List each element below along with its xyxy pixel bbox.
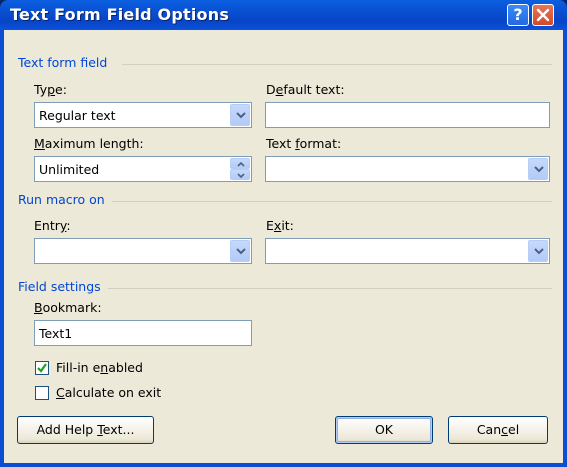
spinner-up-button[interactable]	[230, 158, 250, 169]
title-bar[interactable]: Text Form Field Options ?	[0, 0, 567, 30]
close-button[interactable]	[532, 4, 554, 26]
fill-in-enabled-label[interactable]: Fill-in enabled	[56, 360, 143, 375]
bookmark-value: Text1	[39, 326, 73, 341]
default-text-input[interactable]	[265, 102, 550, 128]
add-help-text-button[interactable]: Add Help Text...	[17, 416, 154, 444]
group-divider	[112, 201, 552, 202]
group-label-text-form-field: Text form field	[18, 55, 108, 70]
ok-button[interactable]: OK	[335, 416, 433, 444]
group-divider	[122, 64, 552, 65]
exit-macro-dropdown[interactable]	[265, 238, 550, 264]
cancel-button[interactable]: Cancel	[448, 416, 548, 444]
dialog-client-area: Text form field Type: Regular text Defau…	[4, 30, 563, 463]
entry-label: Entry:	[34, 218, 71, 233]
group-label-field-settings: Field settings	[18, 279, 101, 294]
help-button[interactable]: ?	[507, 4, 529, 26]
chevron-down-icon[interactable]	[528, 240, 548, 262]
calculate-on-exit-label[interactable]: Calculate on exit	[56, 385, 161, 400]
type-label: Type:	[34, 82, 67, 97]
maximum-length-label: Maximum length:	[34, 136, 144, 151]
dialog-window: Text Form Field Options ? Text form fiel…	[0, 0, 567, 467]
entry-macro-dropdown[interactable]	[34, 238, 252, 264]
calculate-on-exit-checkbox[interactable]	[35, 386, 49, 400]
close-icon	[533, 5, 553, 25]
type-dropdown-value: Regular text	[39, 108, 116, 123]
chevron-down-icon[interactable]	[230, 104, 250, 126]
chevron-down-icon[interactable]	[528, 158, 548, 180]
bookmark-label: Bookmark:	[34, 300, 102, 315]
spinner-down-button[interactable]	[230, 169, 250, 180]
type-dropdown[interactable]: Regular text	[34, 102, 252, 128]
maximum-length-spinner[interactable]: Unlimited	[34, 156, 252, 182]
group-label-run-macro-on: Run macro on	[18, 192, 105, 207]
exit-label: Exit:	[266, 218, 294, 233]
text-format-dropdown[interactable]	[265, 156, 550, 182]
default-text-label: Default text:	[266, 82, 345, 97]
group-divider	[108, 288, 552, 289]
bookmark-input[interactable]: Text1	[34, 320, 252, 346]
window-title: Text Form Field Options	[10, 5, 230, 24]
maximum-length-value: Unlimited	[39, 162, 100, 177]
text-format-label: Text format:	[266, 136, 342, 151]
fill-in-enabled-checkbox[interactable]	[35, 361, 49, 375]
spinner-arrows-icon[interactable]	[230, 158, 250, 180]
chevron-down-icon[interactable]	[230, 240, 250, 262]
question-mark-icon: ?	[513, 5, 523, 24]
check-icon	[37, 363, 47, 373]
